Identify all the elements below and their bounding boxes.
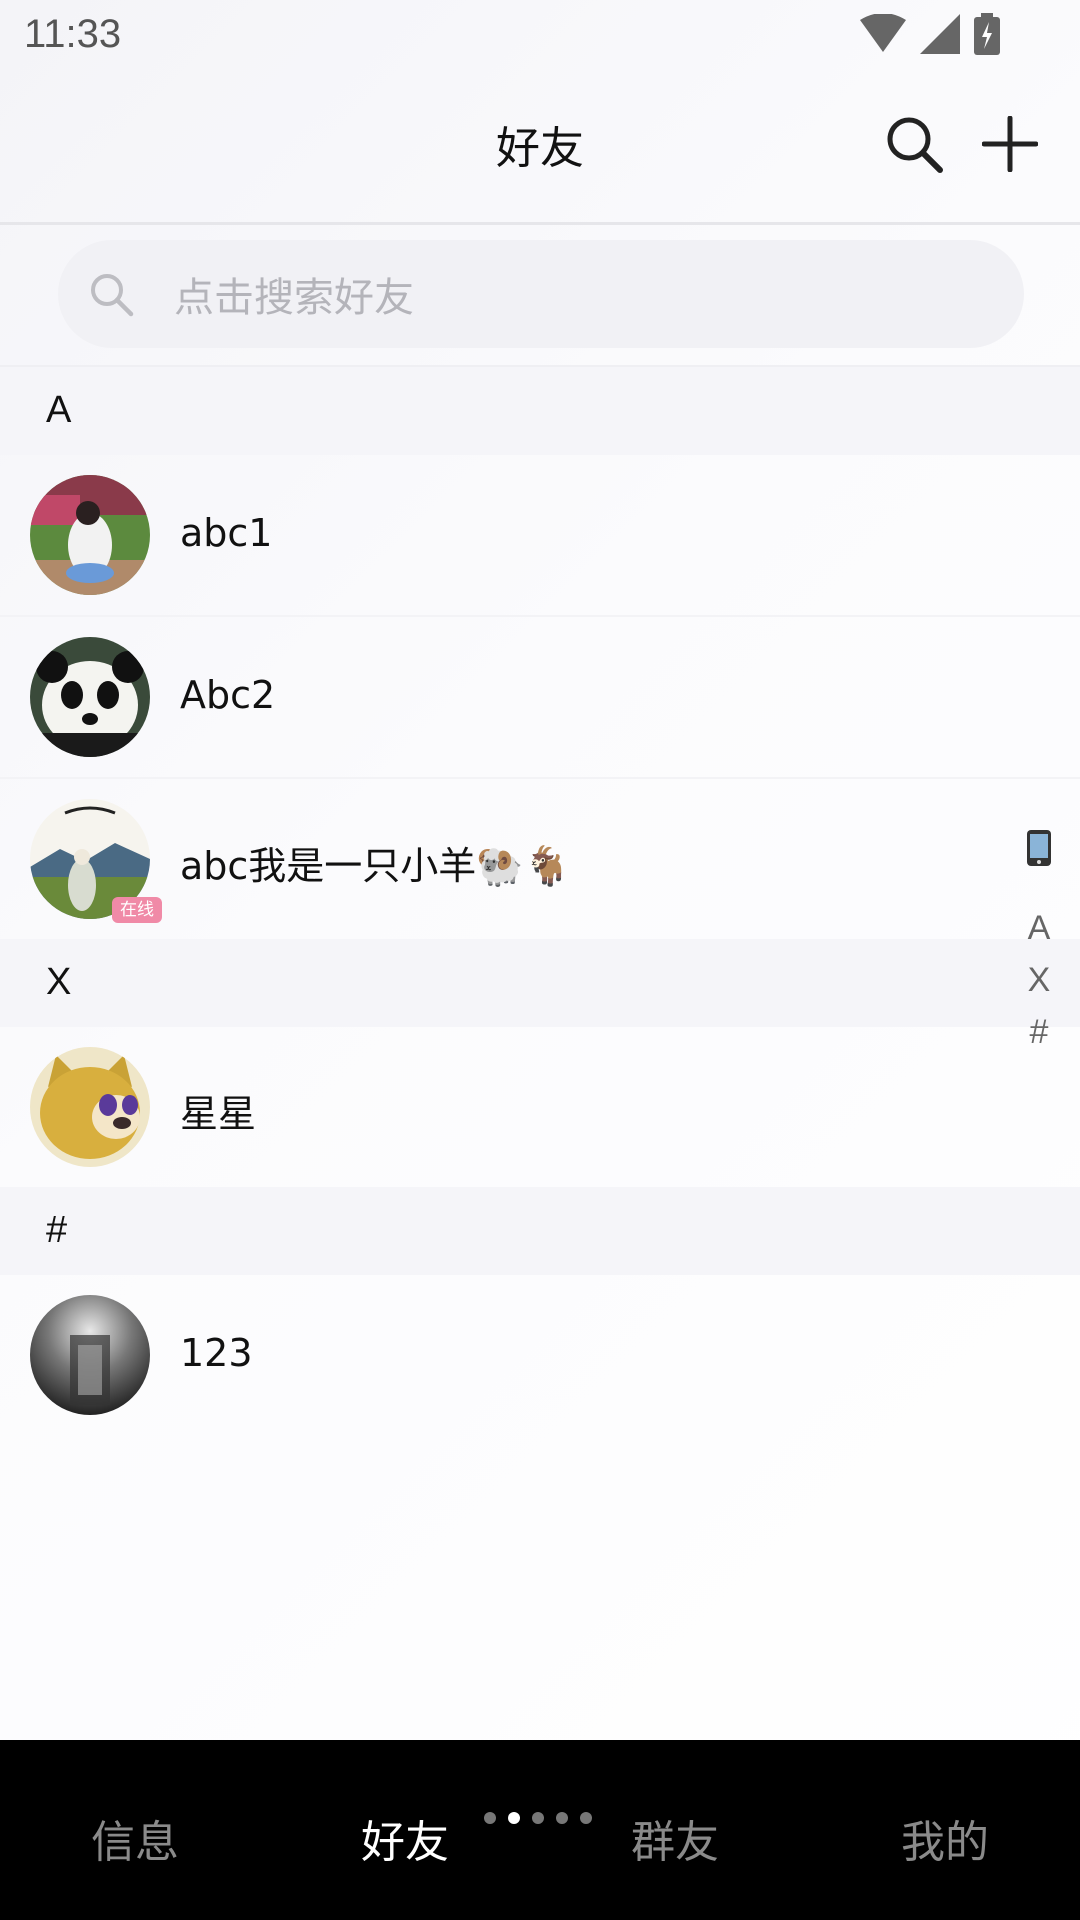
tab-me[interactable]: 我的: [810, 1806, 1080, 1870]
section-letter: X: [46, 961, 72, 1003]
plus-icon: [982, 116, 1038, 172]
contact-name: abc我是一只小羊🐏🐐: [180, 844, 571, 888]
contact-name: 123: [180, 1331, 253, 1375]
section-header-a: A: [0, 367, 1080, 455]
status-time: 11:33: [24, 12, 122, 56]
pager-dot: [532, 1812, 544, 1824]
search-button[interactable]: [882, 112, 946, 176]
title-bar: 好友: [0, 72, 1080, 225]
search-icon: [887, 117, 943, 173]
pager-dot: [580, 1812, 592, 1824]
pager-dot: [484, 1812, 496, 1824]
index-letter-hash[interactable]: #: [1016, 1006, 1062, 1058]
contact-name: abc1: [180, 511, 273, 555]
pager-dot: [556, 1812, 568, 1824]
section-header-x: X: [0, 939, 1080, 1027]
phone-icon[interactable]: [1024, 830, 1054, 866]
add-friend-button[interactable]: [978, 112, 1042, 176]
contact-list: A abc1 Abc2 在线 abc我是一只小羊🐏🐐 X 星星 # 123: [0, 367, 1080, 1435]
contact-row-abc2[interactable]: Abc2: [0, 617, 1080, 779]
online-badge: 在线: [112, 897, 162, 923]
contact-name: 星星: [180, 1092, 257, 1136]
contact-row-abc1[interactable]: abc1: [0, 455, 1080, 617]
status-bar: 11:33: [0, 0, 1080, 72]
pager-dots: [484, 1812, 592, 1824]
contact-name: Abc2: [180, 673, 276, 717]
search-placeholder: 点击搜索好友: [174, 275, 414, 321]
wifi-icon: [860, 14, 906, 52]
contact-row-abc-sheep[interactable]: 在线 abc我是一只小羊🐏🐐: [0, 779, 1080, 939]
signal-icon: [920, 14, 960, 54]
contact-row-123[interactable]: 123: [0, 1275, 1080, 1435]
contact-row-xingxing[interactable]: 星星: [0, 1027, 1080, 1187]
alphabet-index-bar[interactable]: A X #: [1016, 830, 1062, 1058]
search-area: 点击搜索好友: [0, 225, 1080, 367]
index-letter-a[interactable]: A: [1016, 902, 1062, 954]
section-letter: A: [46, 389, 72, 431]
battery-icon: [974, 13, 1000, 55]
bottom-nav: 信息 好友 群友 我的: [0, 1740, 1080, 1920]
status-icons: [860, 13, 1000, 55]
index-letter-x[interactable]: X: [1016, 954, 1062, 1006]
avatar: [30, 1295, 150, 1415]
avatar: [30, 1047, 150, 1167]
pager-dot-active: [508, 1812, 520, 1824]
section-letter: #: [46, 1209, 68, 1251]
search-field-icon: [91, 274, 134, 317]
avatar: [30, 475, 150, 595]
search-input[interactable]: 点击搜索好友: [58, 240, 1024, 348]
tab-messages[interactable]: 信息: [0, 1806, 270, 1870]
section-header-hash: #: [0, 1187, 1080, 1275]
avatar: [30, 637, 150, 757]
